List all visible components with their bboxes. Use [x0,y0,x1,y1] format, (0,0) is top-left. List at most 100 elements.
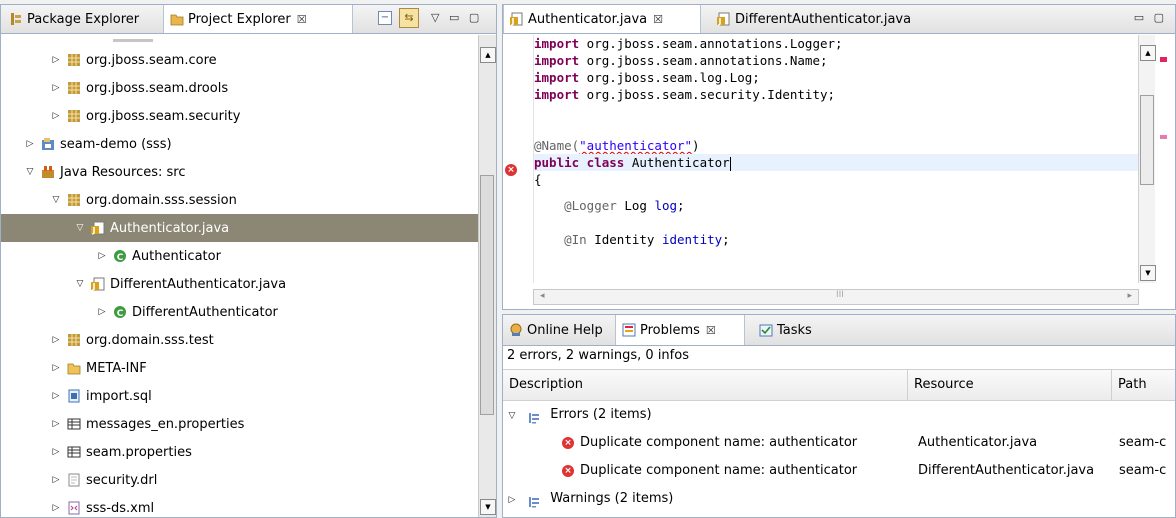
warning-overview-marker[interactable] [1160,135,1167,139]
tree-item[interactable]: ▷ org.domain.sss.test [1,326,478,354]
tree-item[interactable]: ▷ org.jboss.seam.security [1,102,478,130]
expand-toggle-icon[interactable]: ▷ [51,111,61,121]
code-token: @Name( [534,138,580,153]
collapse-all-icon[interactable]: − [378,11,392,25]
collapse-toggle-icon[interactable]: ▽ [25,167,35,177]
collapse-toggle-icon[interactable]: ▽ [75,279,85,289]
scroll-thumb-grip[interactable]: III [836,290,844,300]
tree-item[interactable]: ▷ META-INF [1,354,478,382]
column-header-path[interactable]: Path [1112,370,1175,400]
code-token: import [534,70,580,85]
expand-toggle-icon[interactable]: ▽ [507,402,517,430]
editor-window-buttons[interactable]: ▭ ▢ [1134,11,1167,24]
close-icon[interactable]: ☒ [297,13,307,26]
tab-authenticator-java[interactable]: J Authenticator.java ☒ [503,5,701,33]
tab-different-authenticator-java[interactable]: J DifferentAuthenticator.java [711,5,941,33]
expand-toggle-icon[interactable]: ▷ [51,363,61,373]
error-overview-marker[interactable] [1160,57,1167,62]
scroll-thumb[interactable] [480,175,494,415]
tree-item[interactable]: ▽ Java Resources: src [1,158,478,186]
tree-item[interactable]: ▽ J DifferentAuthenticator.java [1,270,478,298]
problems-summary: 2 errors, 2 warnings, 0 infos [507,348,689,363]
code-line[interactable]: { [534,171,1139,188]
expand-toggle-icon[interactable]: ▷ [51,391,61,401]
tree-item[interactable]: ▷ messages_en.properties [1,410,478,438]
code-line[interactable]: @In Identity identity; [534,231,1139,248]
tree-item-label: org.jboss.seam.core [86,52,217,68]
collapse-toggle-icon[interactable]: ▽ [75,223,85,233]
code-token: org.jboss.seam.security.Identity; [579,87,836,102]
tree-item[interactable]: ▷ security.drl [1,466,478,494]
tree-item[interactable]: ▽ J Authenticator.java [1,214,478,242]
problem-row[interactable]: × Duplicate component name: authenticator… [503,429,1175,457]
close-icon[interactable]: ☒ [653,13,663,26]
tab-project-explorer[interactable]: Project Explorer ☒ [163,5,353,33]
link-with-editor-icon[interactable]: ⇆ [399,8,419,28]
code-line[interactable]: import org.jboss.seam.annotations.Logger… [534,35,1139,52]
code-line[interactable]: import org.jboss.seam.log.Log; [534,69,1139,86]
scroll-down-icon[interactable]: ▼ [480,499,496,515]
expand-toggle-icon[interactable]: ▷ [51,475,61,485]
tree-item[interactable]: ▷ org.jboss.seam.drools [1,74,478,102]
expand-toggle-icon[interactable]: ▷ [51,55,61,65]
tree-item[interactable]: ▷ import.sql [1,382,478,410]
expand-toggle-icon[interactable]: ▷ [97,307,107,317]
xml-file-icon [67,501,81,515]
code-token: @Logger [534,198,617,213]
tree-item-label: META-INF [86,360,147,376]
expand-toggle-icon[interactable]: ▷ [51,83,61,93]
collapse-toggle-icon[interactable]: ▽ [51,195,61,205]
tab-problems[interactable]: Problems ☒ [615,315,745,345]
code-line[interactable]: import org.jboss.seam.security.Identity; [534,86,1139,103]
code-line[interactable]: @Name("authenticator") [534,137,1139,154]
tree-item-label: Authenticator.java [110,220,230,236]
tab-tasks[interactable]: Tasks [753,315,833,345]
expand-toggle-icon[interactable]: ▷ [97,251,107,261]
code-token: org.jboss.seam.annotations.Logger; [579,36,843,51]
tree-item[interactable]: ▷ seam-demo (sss) [1,130,478,158]
code-line[interactable]: @Logger Log log; [534,197,1139,214]
editor-horizontal-scrollbar[interactable]: ◂ III ▸ [533,289,1139,305]
warnings-group-label: Warnings (2 items) [550,491,674,506]
warnings-group-row[interactable]: ▷ Warnings (2 items) [503,485,1175,513]
code-line[interactable]: public class Authenticator [534,154,1139,171]
view-menu-buttons[interactable]: ▽ ▭ ▢ [431,11,490,24]
expand-toggle-icon[interactable]: ▷ [507,486,517,514]
scroll-right-icon[interactable]: ▸ [1127,291,1132,301]
scroll-up-icon[interactable]: ▲ [1140,45,1156,61]
column-header-resource[interactable]: Resource [908,370,1112,400]
column-header-description[interactable]: Description [503,370,908,400]
errors-group-row[interactable]: ▽ Errors (2 items) [503,401,1175,429]
properties-file-icon [67,417,81,431]
error-marker-icon[interactable]: × [505,164,517,176]
tree-item[interactable]: ▷ C Authenticator [1,242,478,270]
code-token: Authenticator [624,155,730,170]
package-icon [67,193,81,207]
package-explorer-icon [9,12,23,26]
tree-item[interactable]: ▷ org.jboss.seam.core [1,46,478,74]
tree-item-label: DifferentAuthenticator.java [110,276,287,292]
expand-toggle-icon[interactable]: ▷ [25,139,35,149]
tree-item[interactable]: ▷ sss-ds.xml [1,494,478,517]
problem-row[interactable]: × Duplicate component name: authenticator… [503,457,1175,485]
tree-item[interactable]: ▷ C DifferentAuthenticator [1,298,478,326]
scroll-up-icon[interactable]: ▲ [480,47,496,63]
scroll-thumb[interactable] [1140,95,1154,185]
code-line[interactable]: import org.jboss.seam.annotations.Name; [534,52,1139,69]
expand-toggle-icon[interactable]: ▷ [51,419,61,429]
explorer-vertical-scrollbar[interactable]: ▲ ▼ [478,35,496,517]
tree-item[interactable]: ▷ seam.properties [1,438,478,466]
scroll-down-icon[interactable]: ▼ [1140,265,1156,281]
close-icon[interactable]: ☒ [706,324,716,337]
expand-toggle-icon[interactable]: ▷ [51,503,61,513]
code-editor[interactable]: import org.jboss.seam.annotations.Logger… [533,35,1139,283]
editor-vertical-scrollbar[interactable]: ▲ ▼ [1138,35,1156,283]
tree-item-label: security.drl [86,472,158,488]
expand-toggle-icon[interactable]: ▷ [51,335,61,345]
tab-package-explorer[interactable]: Package Explorer [3,5,160,33]
tab-online-help[interactable]: Online Help [503,315,615,345]
error-icon: × [562,465,574,477]
tree-item[interactable]: ▽ org.domain.sss.session [1,186,478,214]
expand-toggle-icon[interactable]: ▷ [51,447,61,457]
scroll-left-icon[interactable]: ◂ [540,291,545,301]
